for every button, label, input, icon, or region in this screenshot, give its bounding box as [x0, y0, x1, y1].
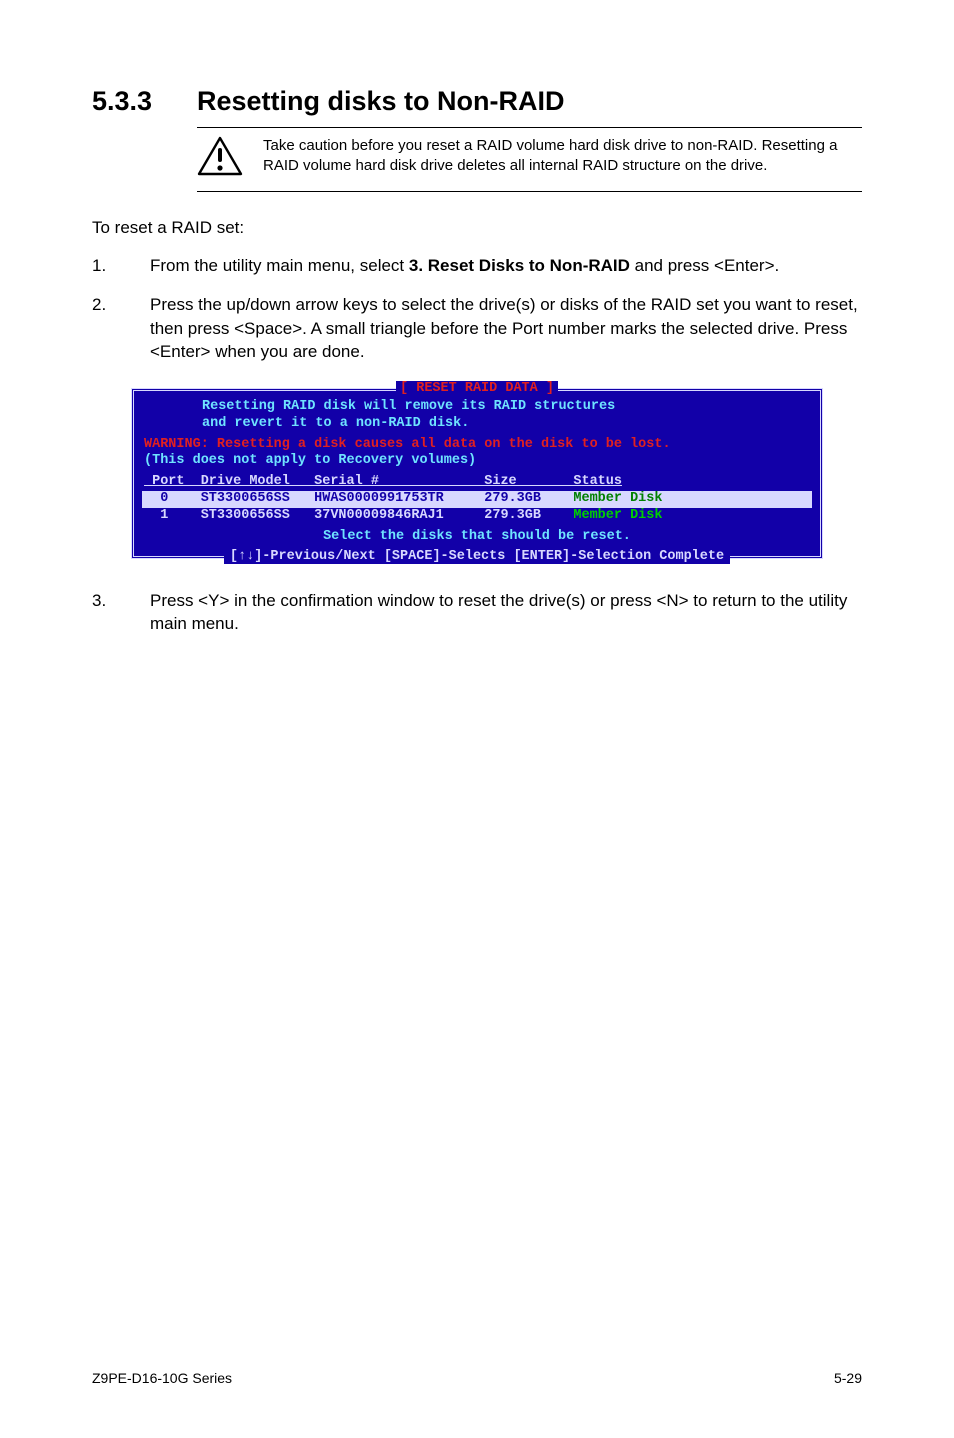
step-number: 3.	[92, 589, 150, 636]
table-row[interactable]: 1 ST3300656SS 37VN00009846RAJ1 279.3GB M…	[144, 508, 810, 525]
terminal-panel: [ RESET RAID DATA ] Resetting RAID disk …	[131, 388, 823, 559]
section-number: 5.3.3	[92, 86, 197, 117]
list-item: 2. Press the up/down arrow keys to selec…	[92, 293, 862, 363]
step-text-prefix: From the utility main menu, select	[150, 256, 409, 275]
step-text-suffix: and press <Enter>.	[630, 256, 779, 275]
terminal-warning-sub: (This does not apply to Recovery volumes…	[144, 453, 810, 470]
step-body: Press <Y> in the confirmation window to …	[150, 589, 862, 636]
terminal-message: Resetting RAID disk will remove its RAID…	[202, 399, 810, 416]
step-number: 1.	[92, 254, 150, 277]
caution-text: Take caution before you reset a RAID vol…	[263, 136, 862, 176]
step-number: 2.	[92, 293, 150, 363]
terminal-warning: WARNING: Resetting a disk causes all dat…	[144, 437, 810, 454]
step-body: Press the up/down arrow keys to select t…	[150, 293, 862, 363]
footer-left: Z9PE-D16-10G Series	[92, 1370, 232, 1386]
steps-list: 1. From the utility main menu, select 3.…	[92, 254, 862, 364]
caution-note: Take caution before you reset a RAID vol…	[197, 127, 862, 192]
terminal-message: and revert it to a non-RAID disk.	[202, 416, 810, 433]
table-header: Port Drive Model Serial # Size Status	[144, 474, 810, 491]
lead-text: To reset a RAID set:	[92, 218, 862, 238]
terminal-title: [ RESET RAID DATA ]	[134, 381, 820, 398]
section-heading: 5.3.3Resetting disks to Non-RAID	[92, 86, 862, 117]
terminal-prompt: Select the disks that should be reset.	[144, 529, 810, 546]
caution-icon	[197, 136, 243, 181]
terminal-legend: [↑↓]-Previous/Next [SPACE]-Selects [ENTE…	[134, 549, 820, 566]
step-bold: 3. Reset Disks to Non-RAID	[409, 256, 630, 275]
list-item: 1. From the utility main menu, select 3.…	[92, 254, 862, 277]
table-row[interactable]: 0 ST3300656SS HWAS0000991753TR 279.3GB M…	[142, 491, 812, 508]
list-item: 3. Press <Y> in the confirmation window …	[92, 589, 862, 636]
section-title-text: Resetting disks to Non-RAID	[197, 86, 565, 116]
footer-right: 5-29	[834, 1370, 862, 1386]
step-body: From the utility main menu, select 3. Re…	[150, 254, 862, 277]
steps-list-cont: 3. Press <Y> in the confirmation window …	[92, 589, 862, 636]
page-footer: Z9PE-D16-10G Series 5-29	[92, 1370, 862, 1386]
